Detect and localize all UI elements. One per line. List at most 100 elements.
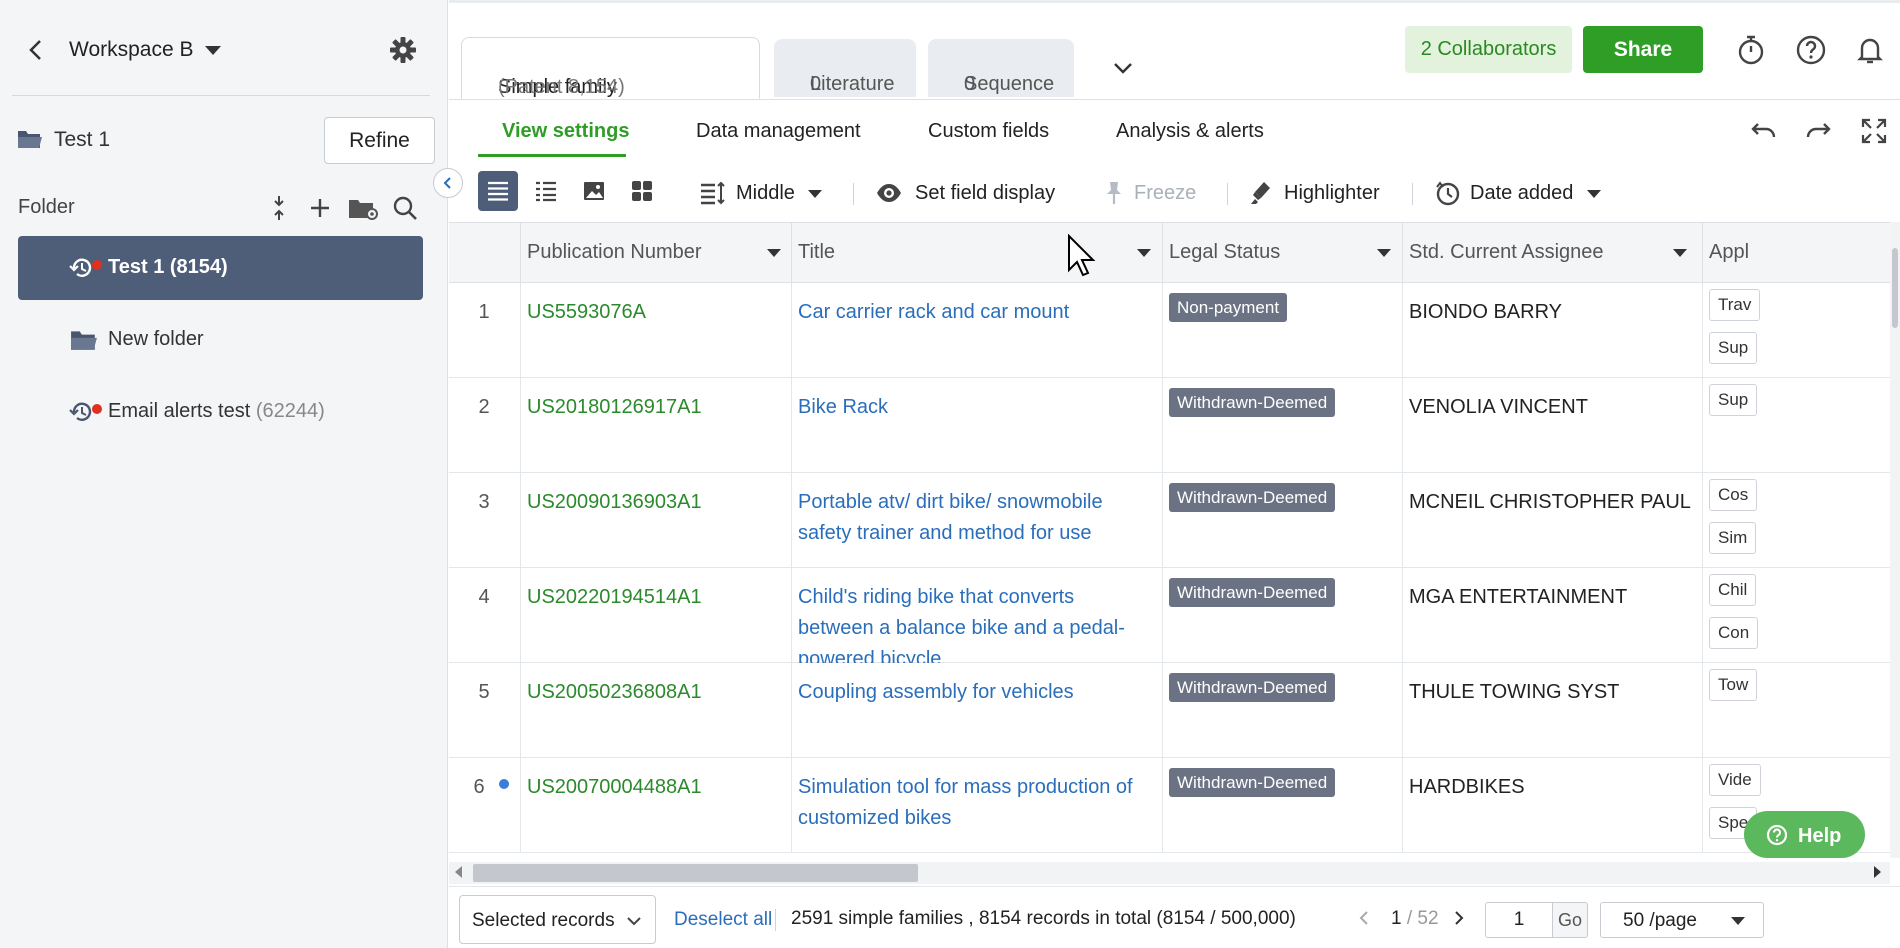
grid-view-button[interactable] [622, 171, 662, 211]
table-row[interactable]: 1 US5593076A Car carrier rack and car moun… [449, 283, 1900, 378]
row-number-cell-text: 4 [449, 582, 519, 613]
application-tag[interactable]: Sup [1709, 384, 1757, 416]
table-row[interactable]: 4 US20220194514A1 Child's riding bike that… [449, 568, 1900, 663]
undo-icon[interactable] [1749, 116, 1779, 146]
table-row[interactable]: 5US20050236808A1Coupling assembly for ve… [449, 663, 1900, 758]
folder-item-new-folder[interactable]: New folder [18, 308, 423, 372]
folder-settings-icon[interactable] [347, 194, 379, 222]
application-tag[interactable]: Chil [1709, 574, 1756, 606]
column-header-appl[interactable]: Appl [1703, 223, 1900, 283]
goto-page-input[interactable] [1485, 902, 1553, 938]
folder-item-email-alerts[interactable]: Email alerts test (62244) [18, 380, 423, 444]
tab-simple-family[interactable]: Simple family (Patent 8,154) [461, 37, 760, 99]
publication-number-cell-text[interactable]: US20220194514A1 [527, 582, 702, 613]
workspace-name[interactable]: Workspace B [69, 38, 194, 62]
selected-records-dropdown[interactable]: Selected records [459, 895, 656, 944]
sidebar: Workspace B Test 1 Refine Folder [0, 0, 448, 948]
title-cell: Bike Rack [792, 378, 1163, 473]
collapse-sidebar-button[interactable] [433, 168, 463, 198]
sort-dropdown[interactable]: Date added [1434, 177, 1609, 209]
plus-icon[interactable] [306, 194, 334, 222]
help-circle-icon [1766, 824, 1788, 846]
redo-icon[interactable] [1803, 116, 1833, 146]
set-field-display-button[interactable]: Set field display [875, 177, 1065, 209]
page-size-dropdown[interactable]: 50 /page [1600, 902, 1764, 938]
application-tag[interactable]: Trav [1709, 289, 1760, 321]
bell-icon[interactable] [1854, 34, 1886, 66]
tab-literature[interactable]: Literature 0 [774, 39, 916, 97]
caret-down-icon[interactable] [1137, 249, 1151, 257]
publication-number-cell-text[interactable]: US20180126917A1 [527, 392, 702, 423]
collaborators-badge[interactable]: 2 Collaborators [1405, 26, 1572, 73]
detail-view-button[interactable] [526, 171, 566, 211]
table-row[interactable]: 2US20180126917A1Bike RackWithdrawn-Deeme… [449, 378, 1900, 473]
help-button[interactable]: Help [1744, 811, 1865, 858]
publication-number-cell-text[interactable]: US20090136903A1 [527, 487, 702, 518]
column-header-legal-status[interactable]: Legal Status [1163, 223, 1403, 283]
title-cell-text[interactable]: Coupling assembly for vehicles [798, 677, 1150, 708]
tab-label: Literature [810, 73, 895, 96]
caret-down-icon[interactable] [767, 249, 781, 257]
application-tag[interactable]: Cos [1709, 479, 1757, 511]
image-view-button[interactable] [574, 171, 614, 211]
go-button[interactable]: Go [1552, 902, 1588, 938]
application-tag[interactable]: Sup [1709, 332, 1757, 364]
row-density-dropdown[interactable]: Middle [698, 177, 828, 209]
search-icon[interactable] [391, 194, 419, 222]
subtab-view-settings[interactable]: View settings [502, 120, 629, 143]
tab-sequence[interactable]: Sequence 0 [928, 39, 1074, 97]
share-button[interactable]: Share [1583, 26, 1703, 73]
vertical-scroll-thumb[interactable] [1892, 248, 1898, 328]
scroll-left-arrow-icon[interactable] [455, 866, 462, 878]
alert-dot [92, 404, 102, 414]
legal-status-cell: Withdrawn-Deemed [1163, 378, 1403, 473]
table-row[interactable]: 3US20090136903A1Portable atv/ dirt bike/… [449, 473, 1900, 568]
subtab-custom-fields[interactable]: Custom fields [928, 120, 1049, 143]
application-tag[interactable]: Con [1709, 617, 1758, 649]
back-arrow-icon[interactable] [22, 36, 50, 64]
workspace-dropdown-icon[interactable] [205, 46, 221, 55]
scroll-right-arrow-icon[interactable] [1874, 866, 1881, 878]
subtab-data-management[interactable]: Data management [696, 120, 861, 143]
collapse-all-icon[interactable] [265, 194, 293, 222]
title-cell-text[interactable]: Simulation tool for mass production of c… [798, 772, 1150, 834]
gear-icon[interactable] [388, 35, 418, 65]
list-view-icon [486, 179, 510, 203]
expand-icon[interactable] [1859, 116, 1889, 146]
clock-sort-icon [1434, 179, 1462, 207]
next-page-icon[interactable] [1450, 909, 1468, 927]
column-header-assignee[interactable]: Std. Current Assignee [1403, 223, 1703, 283]
publication-number-cell-text[interactable]: US5593076A [527, 297, 646, 328]
title-cell-text[interactable]: Child's riding bike that converts betwee… [798, 582, 1150, 663]
title-cell-text[interactable]: Portable atv/ dirt bike/ snowmobile safe… [798, 487, 1150, 549]
title-cell-text[interactable]: Car carrier rack and car mount [798, 297, 1150, 328]
highlighter-button[interactable]: Highlighter [1248, 177, 1398, 209]
help-label: Help [1798, 825, 1841, 848]
folder-item-test1[interactable]: Test 1 (8154) [18, 236, 423, 300]
column-header-publication-number[interactable]: Publication Number [521, 223, 792, 283]
application-tag[interactable]: Vide [1709, 764, 1761, 796]
prev-page-icon[interactable] [1355, 909, 1373, 927]
refine-button[interactable]: Refine [324, 117, 435, 164]
chevron-down-icon[interactable] [1109, 54, 1137, 82]
application-tag[interactable]: Sim [1709, 522, 1756, 554]
application-tag[interactable]: Tow [1709, 669, 1757, 701]
caret-down-icon[interactable] [1377, 249, 1391, 257]
vertical-scrollbar[interactable] [1890, 222, 1900, 858]
assignee-cell-text: THULE TOWING SYST [1409, 677, 1619, 708]
deselect-all-link[interactable]: Deselect all [674, 909, 772, 931]
column-header-title[interactable]: Title [792, 223, 1163, 283]
horizontal-scrollbar[interactable] [449, 862, 1890, 884]
table-row[interactable]: 6US20070004488A1Simulation tool for mass… [449, 758, 1900, 853]
freeze-button[interactable]: Freeze [1100, 177, 1220, 209]
publication-number-cell-text[interactable]: US20050236808A1 [527, 677, 702, 708]
row-number-cell-text: 1 [449, 297, 519, 328]
publication-number-cell-text[interactable]: US20070004488A1 [527, 772, 702, 803]
help-circle-icon[interactable] [1795, 34, 1827, 66]
subtab-analysis-alerts[interactable]: Analysis & alerts [1116, 120, 1264, 143]
timer-icon[interactable] [1735, 34, 1767, 66]
horizontal-scroll-thumb[interactable] [473, 864, 918, 882]
caret-down-icon[interactable] [1673, 249, 1687, 257]
title-cell-text[interactable]: Bike Rack [798, 392, 1150, 423]
list-view-button[interactable] [478, 171, 518, 211]
